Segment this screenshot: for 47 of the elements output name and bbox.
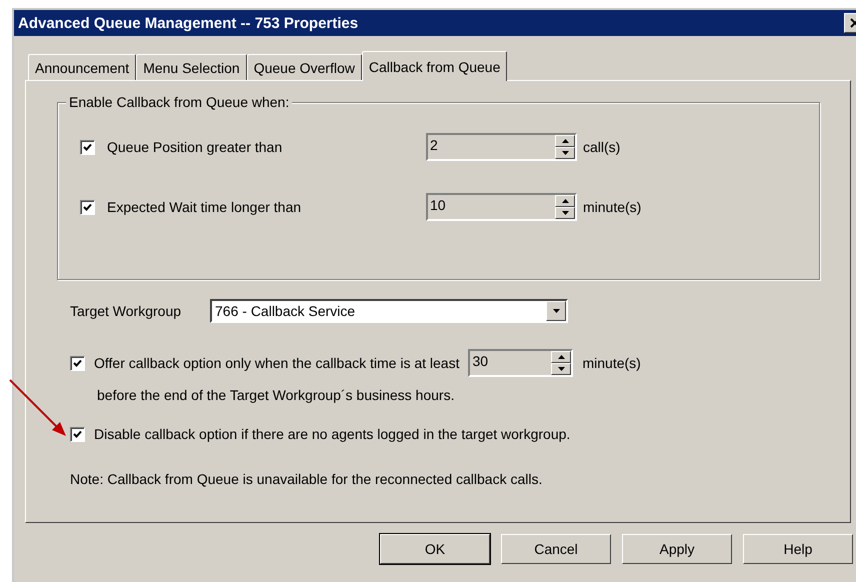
unit-label: minute(s) xyxy=(582,355,641,371)
spin-up-button[interactable] xyxy=(555,195,575,207)
down-arrow-icon xyxy=(562,211,568,215)
spin-down-button[interactable] xyxy=(555,147,575,159)
checkbox[interactable] xyxy=(80,140,95,154)
checkbox-label: Disable callback option if there are no agents logged in the target workgroup. xyxy=(94,426,570,442)
check-icon xyxy=(73,430,82,438)
checkbox-label: Offer callback option only when the callback time is at least xyxy=(94,355,460,371)
note-text: Note: Callback from Queue is unavailable for the reconnected callback calls. xyxy=(70,471,544,487)
checkbox[interactable] xyxy=(70,356,85,370)
dialog-button[interactable]: OK xyxy=(380,534,490,564)
spin-field[interactable]: 2 xyxy=(426,133,577,161)
spin-field[interactable]: 30 xyxy=(468,349,574,377)
check-icon xyxy=(83,202,92,212)
check-icon xyxy=(73,358,82,368)
check-icon xyxy=(83,142,92,152)
checkbox-label: Queue Position greater than xyxy=(107,139,282,155)
spin-down-button[interactable] xyxy=(551,363,572,375)
group-title: Enable Callback from Queue when: xyxy=(66,94,292,110)
workgroup-dropdown[interactable]: 766 - Callback Service xyxy=(210,299,568,323)
spin-up-button[interactable] xyxy=(555,135,575,147)
window-title: Advanced Queue Management -- 753 Properties xyxy=(18,14,358,32)
dialog-button[interactable]: Cancel xyxy=(501,534,611,564)
dropdown-button[interactable] xyxy=(546,301,566,321)
option-description: before the end of the Target Workgroup´s business hours. xyxy=(97,387,456,403)
unit-label: call(s) xyxy=(582,139,622,155)
dialog-button[interactable]: Help xyxy=(743,534,853,564)
spin-field[interactable]: 10 xyxy=(426,193,577,221)
spin-up-button[interactable] xyxy=(551,351,572,363)
down-arrow-icon xyxy=(558,367,565,371)
down-arrow-icon xyxy=(562,151,568,155)
down-arrow-icon xyxy=(552,309,560,313)
checkbox-label: Expected Wait time longer than xyxy=(107,199,302,215)
tab[interactable]: Callback from Queue xyxy=(362,51,508,81)
checkbox[interactable] xyxy=(80,200,95,214)
field-label: Target Workgroup xyxy=(70,303,182,319)
checkbox[interactable] xyxy=(70,426,85,442)
up-arrow-icon xyxy=(558,355,565,359)
unit-label: minute(s) xyxy=(582,199,642,215)
tab[interactable]: Queue Overflow xyxy=(246,54,362,80)
annotation-arrow-drawing xyxy=(9,379,66,436)
up-arrow-icon xyxy=(562,199,568,203)
dialog-button[interactable]: Apply xyxy=(622,534,732,564)
tab[interactable]: Menu Selection xyxy=(136,54,247,80)
spin-down-button[interactable] xyxy=(555,207,575,219)
tab[interactable]: Announcement xyxy=(28,54,136,80)
up-arrow-icon xyxy=(562,139,568,143)
